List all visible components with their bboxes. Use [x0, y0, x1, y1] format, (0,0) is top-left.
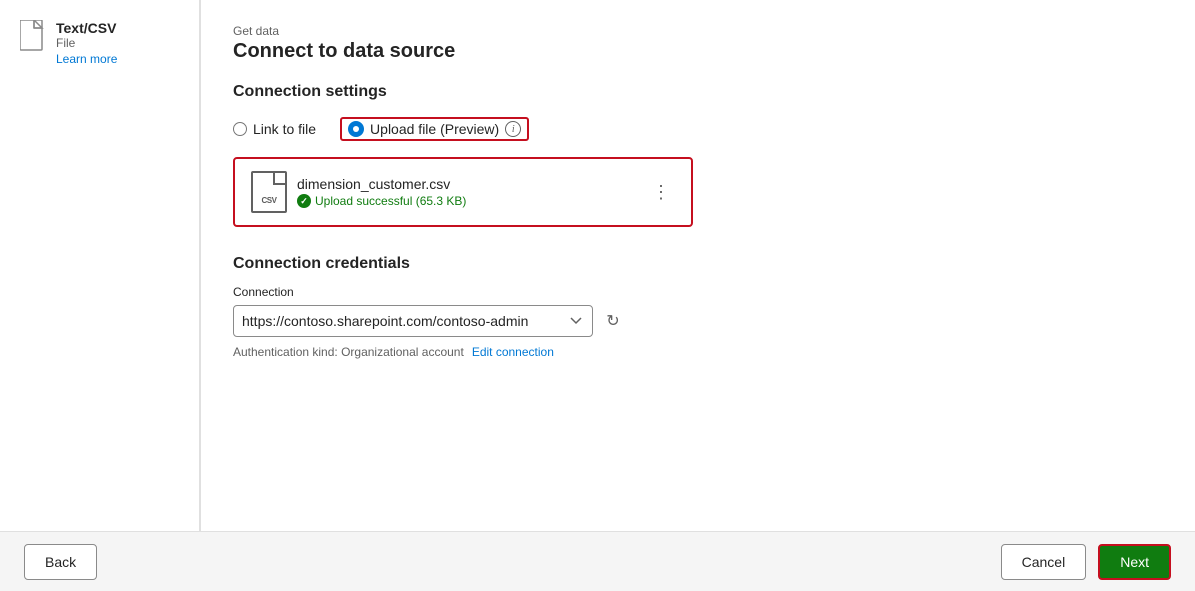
radio-selected-indicator	[348, 121, 364, 137]
radio-link-to-file[interactable]: Link to file	[233, 121, 316, 137]
sidebar-filetype: Text/CSV	[56, 20, 117, 36]
edit-connection-link[interactable]: Edit connection	[472, 345, 554, 359]
radio-link-input[interactable]	[233, 122, 247, 136]
csv-file-icon	[20, 20, 48, 54]
radio-upload-option[interactable]: Upload file (Preview)	[348, 121, 499, 137]
page-header: Get data Connect to data source	[233, 24, 1163, 63]
page-supertitle: Get data	[233, 24, 1163, 38]
footer: Back Cancel Next	[0, 531, 1195, 591]
learn-more-link[interactable]: Learn more	[56, 52, 117, 66]
back-button[interactable]: Back	[24, 544, 97, 580]
auth-row: Authentication kind: Organizational acco…	[233, 345, 1163, 359]
credentials-title: Connection credentials	[233, 255, 1163, 273]
file-info: CSV dimension_customer.csv Upload succes…	[251, 171, 466, 213]
next-button[interactable]: Next	[1098, 544, 1171, 580]
csv-file-thumbnail: CSV	[251, 171, 287, 213]
more-options-button[interactable]: ⋮	[648, 178, 675, 207]
connection-row: https://contoso.sharepoint.com/contoso-a…	[233, 305, 1163, 337]
auth-kind-label: Authentication kind: Organizational acco…	[233, 345, 464, 359]
check-circle-icon	[297, 194, 311, 208]
page-title: Connect to data source	[233, 40, 1163, 63]
connection-select[interactable]: https://contoso.sharepoint.com/contoso-a…	[233, 305, 593, 337]
upload-status-text: Upload successful (65.3 KB)	[315, 194, 466, 208]
refresh-button[interactable]: ↻	[601, 309, 625, 333]
radio-upload-box[interactable]: Upload file (Preview) i	[340, 117, 529, 141]
content-area: Get data Connect to data source Connecti…	[201, 0, 1195, 531]
file-name: dimension_customer.csv	[297, 176, 466, 192]
radio-link-label: Link to file	[253, 121, 316, 137]
file-upload-box: CSV dimension_customer.csv Upload succes…	[233, 157, 693, 227]
connection-field-label: Connection	[233, 285, 1163, 299]
radio-inner-dot	[353, 126, 359, 132]
connection-settings-section: Connection settings Link to file Upload …	[233, 83, 1163, 227]
cancel-button[interactable]: Cancel	[1001, 544, 1087, 580]
radio-upload-label: Upload file (Preview)	[370, 121, 499, 137]
credentials-section: Connection credentials Connection https:…	[233, 255, 1163, 359]
radio-group: Link to file Upload file (Preview) i	[233, 117, 1163, 141]
info-icon[interactable]: i	[505, 121, 521, 137]
sidebar: Text/CSV File Learn more	[0, 0, 200, 531]
footer-right: Cancel Next	[1001, 544, 1171, 580]
file-details: dimension_customer.csv Upload successful…	[297, 176, 466, 208]
connection-settings-title: Connection settings	[233, 83, 1163, 101]
sidebar-file-label: File	[56, 36, 117, 50]
upload-status: Upload successful (65.3 KB)	[297, 194, 466, 208]
